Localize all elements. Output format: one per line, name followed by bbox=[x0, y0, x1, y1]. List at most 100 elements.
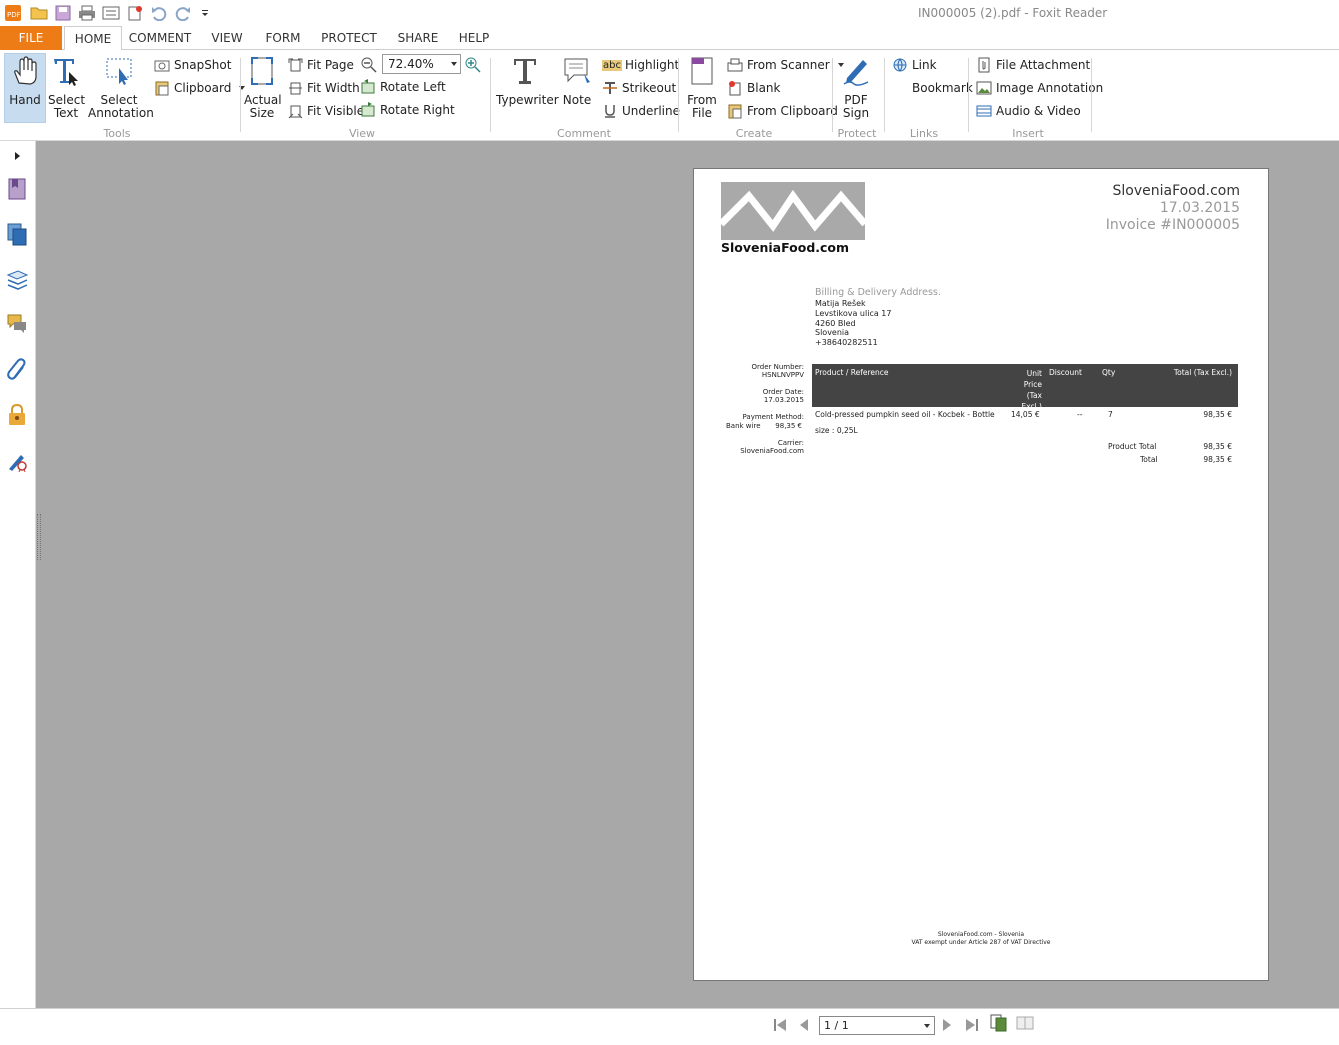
product-total-label: Product Total bbox=[1108, 442, 1157, 451]
audio-video-icon bbox=[976, 105, 992, 117]
shop-name: SloveniaFood.com bbox=[1112, 183, 1240, 199]
zoom-in-button[interactable] bbox=[464, 55, 482, 75]
continuous-view-icon[interactable] bbox=[990, 1014, 1008, 1032]
address-line: Levstikova ulica 17 bbox=[815, 308, 892, 318]
footer-line-1: SloveniaFood.com - Slovenia bbox=[937, 931, 1025, 938]
table-row: Cold-pressed pumpkin seed oil - Kocbek -… bbox=[812, 408, 1238, 440]
undo-icon[interactable] bbox=[150, 4, 168, 22]
zoom-in-icon bbox=[465, 57, 481, 73]
page-number-input[interactable]: 1 / 1 bbox=[819, 1016, 935, 1035]
pdf-sign-icon bbox=[843, 60, 869, 86]
svg-text:PDF: PDF bbox=[7, 11, 21, 19]
logo-text: SloveniaFood.com bbox=[721, 240, 850, 255]
clipboard-button[interactable]: Clipboard bbox=[154, 78, 247, 98]
note-icon bbox=[564, 58, 590, 83]
hand-tool[interactable]: Hand bbox=[4, 56, 46, 107]
select-annotation-icon bbox=[106, 58, 132, 85]
from-file-icon bbox=[691, 57, 713, 85]
layers-panel-icon[interactable] bbox=[6, 267, 28, 291]
typewriter-button[interactable]: Typewriter bbox=[496, 56, 559, 107]
select-annotation-tool[interactable]: Select Annotation bbox=[88, 56, 154, 120]
first-page-icon[interactable] bbox=[772, 1018, 788, 1032]
typewriter-icon bbox=[514, 59, 536, 84]
redo-icon[interactable] bbox=[174, 4, 192, 22]
tab-view[interactable]: VIEW bbox=[205, 26, 249, 50]
foxit-pdf-icon[interactable]: PDF bbox=[4, 4, 22, 22]
item-total: 98,35 € bbox=[1203, 410, 1232, 419]
foxit-reader-window: PDF IN000005 (2).pdf - Foxit Reader FILE bbox=[0, 0, 1339, 1045]
ribbon-separator bbox=[678, 58, 679, 132]
print-icon[interactable] bbox=[78, 4, 96, 22]
carrier-info: Carrier: SloveniaFood.com bbox=[740, 439, 804, 455]
audio-video-button[interactable]: Audio & Video bbox=[976, 101, 1081, 121]
navigation-pane bbox=[0, 141, 36, 1008]
tab-share[interactable]: SHARE bbox=[394, 26, 442, 50]
tab-comment[interactable]: COMMENT bbox=[127, 26, 193, 50]
link-button[interactable]: Link bbox=[892, 55, 937, 75]
properties-icon[interactable] bbox=[102, 4, 120, 22]
bookmarks-panel-icon[interactable] bbox=[6, 177, 28, 201]
pages-panel-icon[interactable] bbox=[6, 222, 28, 246]
fit-visible-icon bbox=[288, 105, 303, 118]
tab-home[interactable]: HOME bbox=[64, 26, 122, 51]
security-panel-lock-icon[interactable] bbox=[6, 403, 28, 427]
fit-visible-button[interactable]: Fit Visible bbox=[288, 101, 364, 121]
pane-resize-handle[interactable] bbox=[37, 514, 41, 560]
document-viewport[interactable]: SloveniaFood.com SloveniaFood.com 17.03.… bbox=[36, 141, 1339, 1008]
from-scanner-button[interactable]: From Scanner bbox=[727, 55, 846, 75]
open-folder-icon[interactable] bbox=[30, 4, 48, 22]
tab-form[interactable]: FORM bbox=[262, 26, 304, 50]
comments-panel-icon[interactable] bbox=[6, 312, 28, 336]
last-page-icon[interactable] bbox=[964, 1018, 980, 1032]
zoom-level-select[interactable]: 72.40% bbox=[382, 54, 461, 74]
zoom-out-button[interactable] bbox=[360, 55, 378, 75]
save-icon[interactable] bbox=[54, 4, 72, 22]
clipboard-icon bbox=[155, 81, 169, 96]
facing-view-icon[interactable] bbox=[1016, 1016, 1034, 1030]
image-annotation-button[interactable]: Image Annotation bbox=[976, 78, 1103, 98]
item-variant: size : 0,25L bbox=[815, 426, 858, 435]
pdf-page[interactable]: SloveniaFood.com SloveniaFood.com 17.03.… bbox=[693, 168, 1269, 981]
snapshot-button[interactable]: SnapShot bbox=[154, 55, 231, 75]
from-file-button[interactable]: From File bbox=[684, 56, 720, 120]
item-discount: -- bbox=[1077, 410, 1083, 419]
new-document-icon[interactable] bbox=[126, 4, 144, 22]
blank-button[interactable]: Blank bbox=[727, 78, 780, 98]
bookmark-button[interactable]: Bookmark bbox=[892, 78, 973, 98]
next-page-icon[interactable] bbox=[941, 1018, 953, 1032]
note-button[interactable]: Note bbox=[558, 56, 596, 107]
group-label-tools: Tools bbox=[103, 127, 131, 140]
clipboard-icon bbox=[728, 104, 742, 119]
window-title: IN000005 (2).pdf - Foxit Reader bbox=[918, 6, 1108, 20]
highlight-icon: abc bbox=[602, 59, 622, 71]
actual-size-button[interactable]: Actual Size bbox=[244, 56, 282, 120]
bookmark-icon bbox=[896, 82, 904, 94]
customize-toolbar-icon[interactable] bbox=[196, 4, 214, 22]
highlight-button[interactable]: abc Highlight bbox=[602, 55, 679, 75]
link-icon bbox=[893, 58, 907, 72]
chevron-down-icon bbox=[451, 62, 457, 66]
invoice-number: Invoice #IN000005 bbox=[1105, 217, 1240, 233]
total-label: Total bbox=[1140, 455, 1158, 464]
tab-protect[interactable]: PROTECT bbox=[317, 26, 381, 50]
rotate-right-button[interactable]: Rotate Right bbox=[360, 100, 455, 120]
attachments-panel-icon[interactable] bbox=[6, 358, 28, 382]
col-header-total: Total (Tax Excl.) bbox=[1173, 368, 1232, 377]
from-clipboard-button[interactable]: From Clipboard bbox=[727, 101, 838, 121]
tab-file[interactable]: FILE bbox=[0, 26, 62, 50]
ribbon-tab-bar: FILE HOME COMMENT VIEW FORM PROTECT SHAR… bbox=[0, 26, 1339, 51]
pdf-sign-button[interactable]: PDF Sign bbox=[836, 56, 876, 120]
previous-page-icon[interactable] bbox=[798, 1018, 810, 1032]
fit-page-button[interactable]: Fit Page bbox=[288, 55, 354, 75]
fit-width-button[interactable]: Fit Width bbox=[288, 78, 360, 98]
select-text-tool[interactable]: Select Text bbox=[48, 56, 85, 120]
underline-button[interactable]: Underline bbox=[602, 101, 680, 121]
tab-help[interactable]: HELP bbox=[454, 26, 494, 50]
expand-pane-arrow-icon[interactable] bbox=[6, 144, 28, 168]
group-label-protect: Protect bbox=[837, 127, 877, 140]
signatures-panel-icon[interactable] bbox=[6, 449, 28, 473]
rotate-left-button[interactable]: Rotate Left bbox=[360, 77, 446, 97]
sloveniafood-logo: SloveniaFood.com bbox=[718, 182, 868, 256]
strikeout-button[interactable]: Strikeout bbox=[602, 78, 676, 98]
file-attachment-button[interactable]: File Attachment bbox=[976, 55, 1090, 75]
